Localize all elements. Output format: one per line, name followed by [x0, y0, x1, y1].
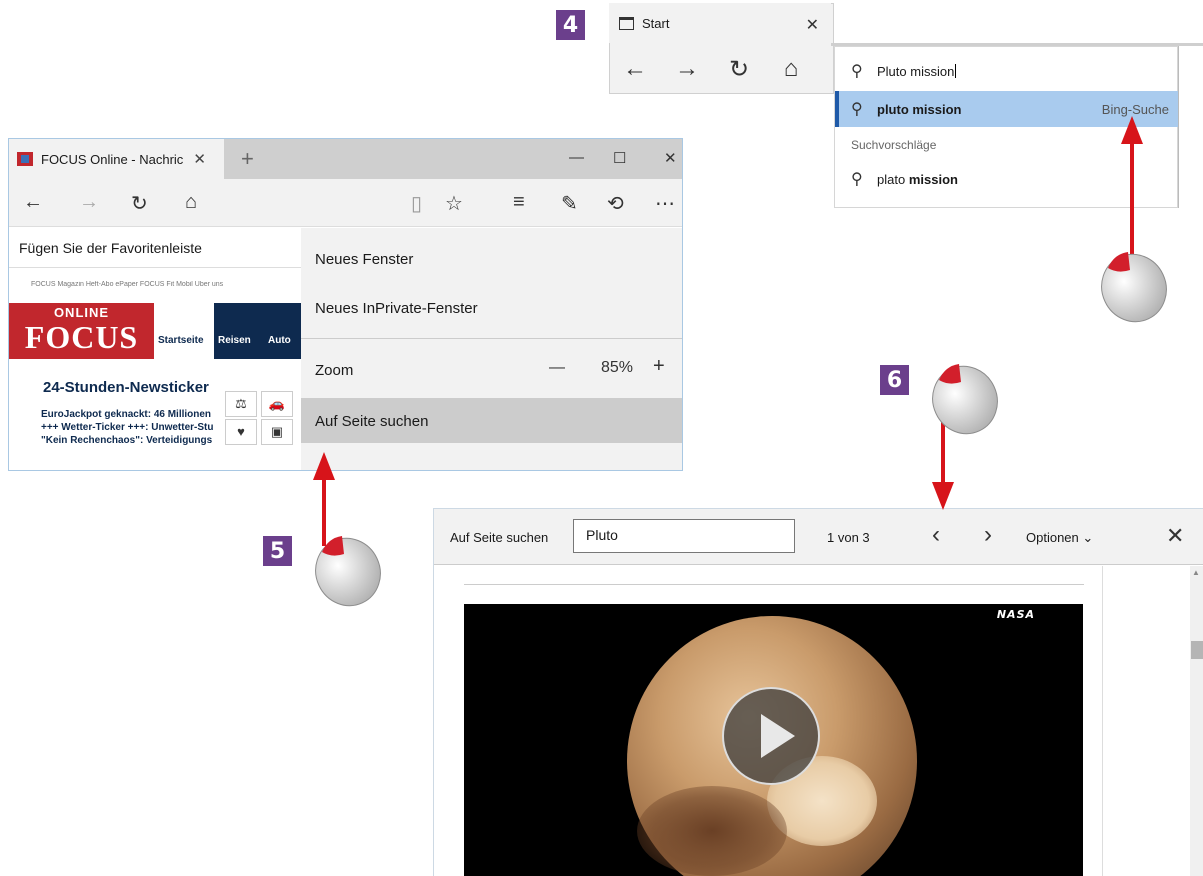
browser-tab-focus[interactable]: FOCUS Online - Nachric ✕	[9, 139, 224, 179]
back-icon[interactable]: ←	[609, 55, 661, 84]
refresh-icon[interactable]: ↻	[713, 55, 765, 84]
reading-view-icon[interactable]: ▯	[411, 191, 422, 216]
close-find-icon[interactable]: ✕	[1166, 523, 1184, 549]
address-suggestion-panel: Start ✕ ← → ↻ ⌂ ⚲ Pluto mission ⚲ pluto …	[609, 3, 1203, 208]
top-nav: FOCUS Magazin Heft-Abo ePaper FOCUS Fit …	[31, 281, 224, 288]
browser-tab-start[interactable]: Start ✕	[609, 3, 831, 43]
panel-edge	[1178, 46, 1179, 208]
find-label: Auf Seite suchen	[450, 530, 549, 545]
car-icon[interactable]: 🚗	[261, 391, 293, 417]
find-input[interactable]: Pluto	[573, 519, 795, 553]
close-window-icon[interactable]: ✕	[664, 149, 677, 167]
previous-match-icon[interactable]: ‹	[932, 521, 940, 549]
focus-logo[interactable]: ONLINE FOCUS	[9, 303, 154, 359]
focus-favicon	[17, 152, 33, 166]
home-icon[interactable]: ⌂	[765, 55, 817, 84]
search-icon: ⚲	[851, 171, 863, 188]
nav-tab-auto[interactable]: Auto	[264, 303, 301, 359]
zoom-value: 85%	[601, 359, 634, 376]
address-input-value: Pluto mission	[877, 63, 955, 79]
news-line[interactable]: "Kein Rechenchaos": Verteidigungs	[41, 435, 226, 446]
search-icon: ⚲	[851, 63, 863, 80]
new-tab-icon[interactable]: +	[241, 146, 254, 172]
options-dropdown[interactable]: Optionen ⌄	[1026, 530, 1093, 546]
text-caret	[955, 64, 957, 78]
scroll-thumb[interactable]	[1191, 641, 1203, 659]
close-tab-icon[interactable]: ✕	[193, 150, 206, 168]
menu-find-on-page[interactable]: Auf Seite suchen	[315, 413, 428, 430]
forward-icon[interactable]: →	[661, 55, 713, 84]
search-icon: ⚲	[851, 101, 863, 118]
options-label: Optionen	[1026, 530, 1079, 545]
nav-buttons: ← → ↻ ⌂	[609, 55, 817, 84]
more-icon[interactable]: ⋯	[655, 191, 675, 216]
find-on-page-panel: Auf Seite suchen Pluto 1 von 3 ‹ › Optio…	[433, 508, 1203, 876]
scrollbar[interactable]: ▲	[1190, 566, 1203, 876]
bag-icon[interactable]: ▣	[261, 419, 293, 445]
mouse-icon	[315, 536, 381, 607]
mouse-icon	[1101, 252, 1167, 323]
arrow-head-up	[1121, 116, 1143, 144]
nav-tab-startseite[interactable]: Startseite	[154, 303, 214, 359]
back-icon[interactable]: ←	[23, 191, 43, 214]
search-engine-label: Bing-Suche	[1101, 101, 1169, 117]
scales-icon[interactable]: ⚖	[225, 391, 257, 417]
tab-title: FOCUS Online - Nachric	[41, 151, 184, 167]
news-line[interactable]: EuroJackpot geknackt: 46 Millionen	[41, 409, 226, 420]
find-bar: Auf Seite suchen Pluto 1 von 3 ‹ › Optio…	[434, 509, 1203, 565]
focus-browser-panel: FOCUS Online - Nachric ✕ + — ☐ ✕ ← → ↻ ⌂…	[8, 138, 683, 471]
suggestion-prefix: plato	[877, 171, 906, 187]
menu-new-inprivate[interactable]: Neues InPrivate-Fenster	[315, 300, 478, 317]
chevron-down-icon: ⌄	[1082, 530, 1094, 545]
window-icon	[619, 16, 634, 30]
more-menu: Neues Fenster Neues InPrivate-Fenster Zo…	[301, 228, 682, 470]
web-page: FOCUS Magazin Heft-Abo ePaper FOCUS Fit …	[9, 269, 301, 470]
suggestion-plato[interactable]: ⚲ plato mission	[835, 161, 1179, 197]
tab-title: Start	[642, 15, 670, 31]
maximize-icon[interactable]: ☐	[613, 149, 626, 167]
step-badge-5: 5	[263, 536, 292, 566]
logo-online: ONLINE	[53, 305, 110, 320]
nav-tab-reisen[interactable]: Reisen	[214, 303, 264, 359]
suggestion-bold: mission	[908, 171, 958, 187]
nasa-logo: NASA	[996, 608, 1035, 621]
mouse-icon	[932, 364, 998, 435]
zoom-out-icon[interactable]: —	[549, 359, 565, 377]
step-badge-6: 6	[880, 365, 909, 395]
home-icon[interactable]: ⌂	[185, 191, 197, 214]
menu-new-window[interactable]: Neues Fenster	[315, 251, 413, 268]
minimize-icon[interactable]: —	[569, 149, 584, 166]
next-match-icon[interactable]: ›	[984, 521, 992, 549]
favorites-bar-hint: Fügen Sie der Favoritenleiste	[9, 228, 301, 268]
news-line[interactable]: +++ Wetter-Ticker +++: Unwetter-Stu	[41, 422, 226, 433]
arrow-to-bing-suggestion	[1130, 140, 1134, 260]
favorite-star-icon[interactable]: ☆	[445, 191, 463, 216]
page-content: NASA	[434, 566, 1102, 876]
share-icon[interactable]: ⟲	[607, 191, 624, 216]
browser-toolbar: ← → ↻ ⌂ ▯ ☆ ≡ ✎ ⟲ ⋯	[9, 179, 682, 227]
menu-zoom-label: Zoom	[315, 362, 354, 379]
match-count: 1 von 3	[827, 530, 870, 545]
arrow-head-down	[932, 482, 954, 510]
web-note-icon[interactable]: ✎	[561, 191, 578, 216]
forward-icon[interactable]: →	[79, 191, 99, 214]
address-input[interactable]: ⚲ Pluto mission	[835, 53, 1179, 89]
refresh-icon[interactable]: ↻	[131, 191, 148, 216]
play-button-icon[interactable]	[722, 687, 820, 785]
news-ticker-title[interactable]: 24-Stunden-Newsticker	[43, 379, 209, 396]
arrow-head-up	[313, 452, 335, 480]
scroll-up-icon[interactable]: ▲	[1192, 568, 1200, 577]
suggestion-text: pluto mission	[877, 101, 962, 117]
content-divider	[464, 584, 1084, 585]
page-sidebar	[1102, 566, 1192, 876]
menu-separator	[301, 338, 682, 339]
close-tab-icon[interactable]: ✕	[806, 15, 819, 35]
hub-icon[interactable]: ≡	[513, 191, 525, 214]
heart-icon[interactable]: ♥	[225, 419, 257, 445]
video-player[interactable]: NASA	[464, 604, 1083, 876]
zoom-in-icon[interactable]: +	[653, 355, 665, 378]
logo-focus: FOCUS	[24, 319, 139, 355]
step-badge-4: 4	[556, 10, 585, 40]
